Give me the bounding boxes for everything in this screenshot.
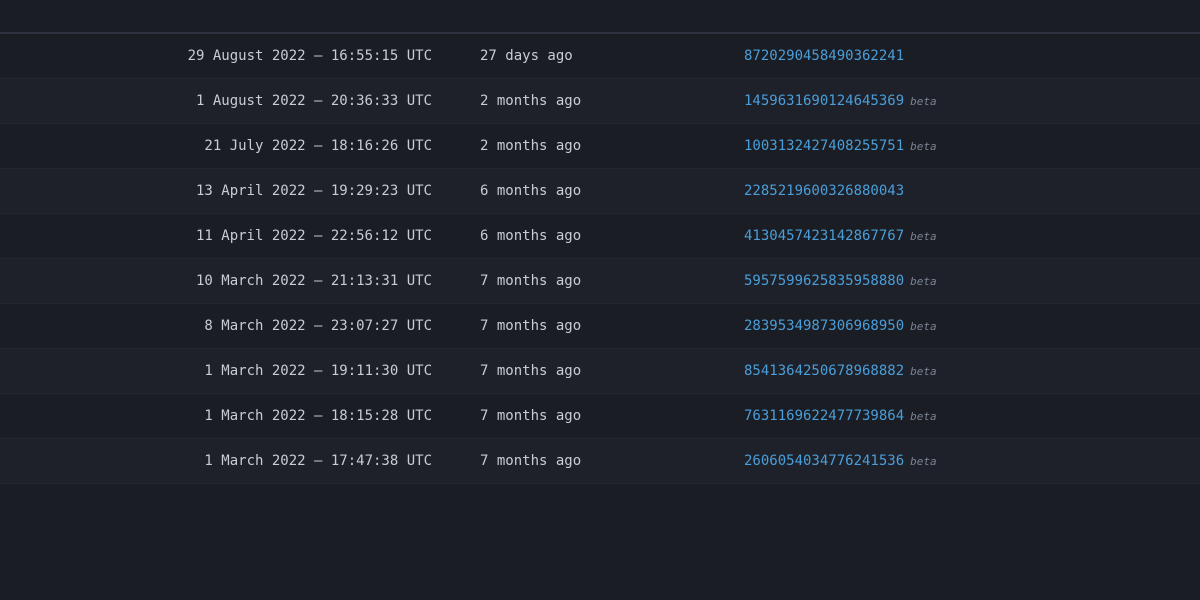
table-row: 1 March 2022 – 17:47:38 UTC7 months ago2… bbox=[0, 439, 1200, 484]
manifest-id-cell: 1003132427408255751 beta bbox=[720, 124, 1200, 169]
seen-date-header bbox=[0, 0, 456, 33]
manifest-id-cell: 1459631690124645369 beta bbox=[720, 79, 1200, 124]
seen-date-cell: 8 March 2022 – 23:07:27 UTC bbox=[0, 304, 456, 349]
seen-date-cell: 29 August 2022 – 16:55:15 UTC bbox=[0, 33, 456, 79]
manifest-id-link[interactable]: 7631169622477739864 bbox=[744, 408, 904, 424]
manifest-table: 29 August 2022 – 16:55:15 UTC27 days ago… bbox=[0, 0, 1200, 484]
relative-date-cell: 6 months ago bbox=[456, 214, 720, 259]
manifest-id-cell: 5957599625835958880 beta bbox=[720, 259, 1200, 304]
manifest-id-link[interactable]: 8720290458490362241 bbox=[744, 48, 904, 64]
table-row: 21 July 2022 – 18:16:26 UTC2 months ago1… bbox=[0, 124, 1200, 169]
beta-badge: beta bbox=[910, 365, 937, 378]
manifest-id-link[interactable]: 4130457423142867767 bbox=[744, 228, 904, 244]
seen-date-cell: 11 April 2022 – 22:56:12 UTC bbox=[0, 214, 456, 259]
table-header-row bbox=[0, 0, 1200, 33]
beta-badge: beta bbox=[910, 230, 937, 243]
seen-date-cell: 1 March 2022 – 17:47:38 UTC bbox=[0, 439, 456, 484]
table-row: 1 March 2022 – 19:11:30 UTC7 months ago8… bbox=[0, 349, 1200, 394]
relative-date-cell: 27 days ago bbox=[456, 33, 720, 79]
manifest-id-link[interactable]: 8541364250678968882 bbox=[744, 363, 904, 379]
seen-date-cell: 1 March 2022 – 19:11:30 UTC bbox=[0, 349, 456, 394]
manifest-id-cell: 7631169622477739864 beta bbox=[720, 394, 1200, 439]
manifest-id-cell: 2606054034776241536 beta bbox=[720, 439, 1200, 484]
relative-date-cell: 6 months ago bbox=[456, 169, 720, 214]
manifest-id-cell: 2285219600326880043 bbox=[720, 169, 1200, 214]
relative-date-cell: 7 months ago bbox=[456, 439, 720, 484]
manifest-id-link[interactable]: 1459631690124645369 bbox=[744, 93, 904, 109]
manifest-id-link[interactable]: 1003132427408255751 bbox=[744, 138, 904, 154]
table-row: 11 April 2022 – 22:56:12 UTC6 months ago… bbox=[0, 214, 1200, 259]
beta-badge: beta bbox=[910, 455, 937, 468]
seen-date-cell: 10 March 2022 – 21:13:31 UTC bbox=[0, 259, 456, 304]
manifest-id-link[interactable]: 2285219600326880043 bbox=[744, 183, 904, 199]
table-row: 10 March 2022 – 21:13:31 UTC7 months ago… bbox=[0, 259, 1200, 304]
seen-date-cell: 1 August 2022 – 20:36:33 UTC bbox=[0, 79, 456, 124]
relative-date-cell: 2 months ago bbox=[456, 124, 720, 169]
manifest-id-cell: 2839534987306968950 beta bbox=[720, 304, 1200, 349]
table-row: 13 April 2022 – 19:29:23 UTC6 months ago… bbox=[0, 169, 1200, 214]
beta-badge: beta bbox=[910, 320, 937, 333]
beta-badge: beta bbox=[910, 140, 937, 153]
manifest-id-cell: 4130457423142867767 beta bbox=[720, 214, 1200, 259]
seen-date-cell: 13 April 2022 – 19:29:23 UTC bbox=[0, 169, 456, 214]
relative-date-cell: 7 months ago bbox=[456, 304, 720, 349]
manifest-id-cell: 8720290458490362241 bbox=[720, 33, 1200, 79]
manifest-id-header bbox=[720, 0, 1200, 33]
seen-date-cell: 1 March 2022 – 18:15:28 UTC bbox=[0, 394, 456, 439]
table-row: 1 August 2022 – 20:36:33 UTC2 months ago… bbox=[0, 79, 1200, 124]
beta-badge: beta bbox=[910, 410, 937, 423]
table-row: 1 March 2022 – 18:15:28 UTC7 months ago7… bbox=[0, 394, 1200, 439]
manifest-id-link[interactable]: 2839534987306968950 bbox=[744, 318, 904, 334]
relative-date-cell: 7 months ago bbox=[456, 394, 720, 439]
relative-date-cell: 7 months ago bbox=[456, 349, 720, 394]
relative-date-cell: 7 months ago bbox=[456, 259, 720, 304]
relative-date-header bbox=[456, 0, 720, 33]
table-row: 8 March 2022 – 23:07:27 UTC7 months ago2… bbox=[0, 304, 1200, 349]
manifest-id-cell: 8541364250678968882 beta bbox=[720, 349, 1200, 394]
manifest-id-link[interactable]: 2606054034776241536 bbox=[744, 453, 904, 469]
relative-date-cell: 2 months ago bbox=[456, 79, 720, 124]
table-row: 29 August 2022 – 16:55:15 UTC27 days ago… bbox=[0, 33, 1200, 79]
seen-date-cell: 21 July 2022 – 18:16:26 UTC bbox=[0, 124, 456, 169]
manifest-id-link[interactable]: 5957599625835958880 bbox=[744, 273, 904, 289]
beta-badge: beta bbox=[910, 275, 937, 288]
beta-badge: beta bbox=[910, 95, 937, 108]
manifest-table-container: 29 August 2022 – 16:55:15 UTC27 days ago… bbox=[0, 0, 1200, 484]
